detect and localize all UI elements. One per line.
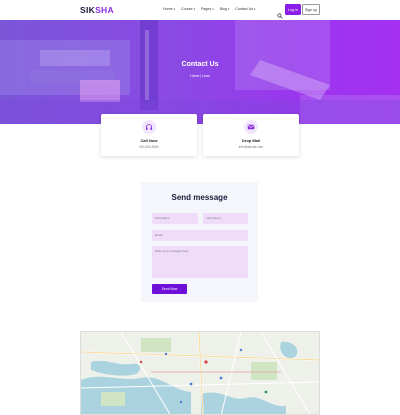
email-field[interactable]: Email — [152, 230, 248, 241]
nav-label: Contact Us — [235, 7, 253, 11]
contact-form: Send message First Name Last Name Email … — [141, 182, 258, 302]
send-now-button[interactable]: Send Now — [152, 284, 187, 294]
card-title: Call Now — [140, 138, 158, 143]
mail-icon — [247, 124, 255, 130]
banner-background-image — [0, 20, 400, 124]
chevron-down-icon: ▾ — [212, 7, 214, 11]
card-icon-circle — [244, 120, 258, 134]
nav-label: Pages — [201, 7, 212, 11]
location-map[interactable] — [80, 331, 320, 415]
headphones-icon — [146, 124, 152, 130]
nav-item-contact[interactable]: Contact Us ▾ — [235, 7, 255, 11]
signup-button[interactable]: Sign up — [302, 4, 320, 15]
breadcrumb: Home | Lead — [0, 74, 400, 78]
nav-item-pages[interactable]: Pages ▾ — [201, 7, 214, 11]
site-logo[interactable]: SIKSHA — [80, 5, 114, 15]
nav-label: Home — [163, 7, 173, 11]
chevron-down-icon: ▾ — [173, 7, 175, 11]
logo-accent-text: SHA — [95, 5, 114, 15]
nav-item-home[interactable]: Home ▾ — [163, 7, 175, 11]
first-name-field[interactable]: First Name — [152, 213, 198, 224]
drop-mail-card: Drop Mail info@siksha.com — [203, 114, 299, 156]
page-banner: Contact Us Home | Lead — [0, 20, 400, 124]
call-now-card: Call Now 000-000-0000 — [101, 114, 197, 156]
nav-label: Blog — [219, 7, 227, 11]
card-icon-circle — [142, 120, 156, 134]
email-address[interactable]: info@siksha.com — [203, 145, 299, 149]
chevron-down-icon: ▾ — [254, 7, 256, 11]
form-title: Send message — [171, 193, 228, 202]
chevron-down-icon: ▾ — [193, 7, 195, 11]
map-image — [81, 332, 319, 414]
nav-item-course[interactable]: Course ▾ — [181, 7, 195, 11]
search-icon[interactable] — [277, 6, 283, 19]
phone-number[interactable]: 000-000-0000 — [101, 145, 197, 149]
message-textarea[interactable]: Write your message here — [152, 246, 248, 278]
site-header: SIKSHA Home ▾ Course ▾ Pages ▾ Blog ▾ Contac… — [0, 0, 400, 20]
last-name-field[interactable]: Last Name — [203, 213, 248, 224]
page-title: Contact Us — [181, 61, 219, 68]
breadcrumb-current: Lead — [202, 74, 210, 78]
card-title: Drop Mail — [241, 138, 261, 143]
nav-label: Course — [181, 7, 193, 11]
logo-main-text: SIK — [80, 5, 96, 15]
breadcrumb-home-link[interactable]: Home — [190, 74, 199, 78]
login-button[interactable]: Log in — [285, 4, 301, 15]
chevron-down-icon: ▾ — [227, 7, 230, 11]
main-nav: Home ▾ Course ▾ Pages ▾ Blog ▾ Contact Us ▾ — [163, 7, 255, 11]
nav-item-blog[interactable]: Blog ▾ — [220, 7, 230, 11]
